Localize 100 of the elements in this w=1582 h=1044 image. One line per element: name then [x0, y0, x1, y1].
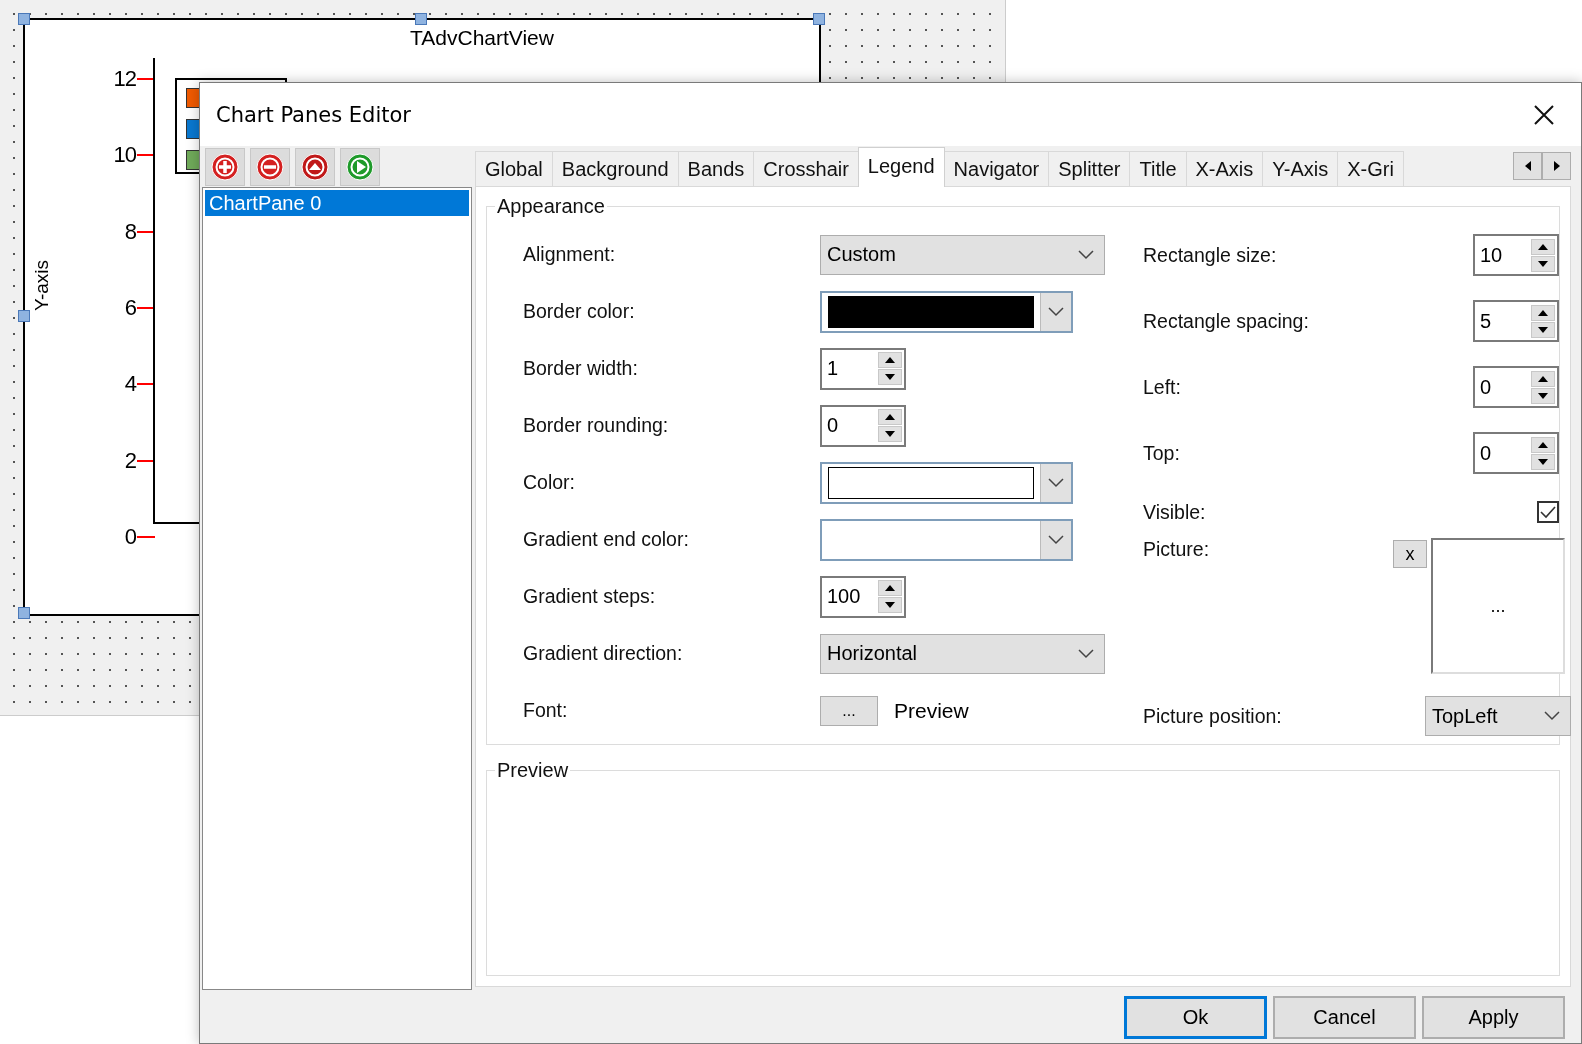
dropdown-value: Custom [827, 243, 896, 266]
picture-box[interactable]: ... [1431, 538, 1565, 674]
dropdown[interactable]: TopLeft [1425, 696, 1571, 736]
dialog-button[interactable]: Cancel [1273, 995, 1416, 1039]
field-label: Font: [523, 699, 569, 722]
dialog-button[interactable]: Apply [1422, 995, 1565, 1039]
up-arrow-icon [1538, 309, 1548, 316]
field-label: Border width: [523, 357, 639, 380]
down-arrow-icon [885, 602, 895, 608]
field-value: 0 [1480, 441, 1492, 465]
tick-mark [137, 535, 155, 538]
spin-field[interactable]: 1 [820, 347, 906, 390]
resize-handle[interactable] [18, 310, 30, 322]
color-dropdown[interactable] [820, 290, 1073, 333]
spin-up-button[interactable] [1531, 304, 1555, 321]
spin-field[interactable]: 0 [1473, 366, 1559, 408]
toolbar-button[interactable] [205, 148, 245, 186]
field-label: Alignment: [523, 243, 617, 266]
field-value: 10 [1480, 243, 1503, 267]
resize-handle[interactable] [18, 13, 30, 25]
field-label: Rectangle spacing: [1143, 309, 1309, 333]
field-value: 1 [827, 357, 839, 380]
spin-down-button[interactable] [1531, 453, 1555, 470]
spin-field[interactable]: 0 [820, 404, 906, 447]
scroll-left-button[interactable] [1513, 152, 1542, 180]
field-label: Picture position: [1143, 704, 1282, 728]
field-label: Gradient steps: [523, 585, 657, 608]
down-arrow-icon [1538, 392, 1548, 399]
spin-field[interactable]: 5 [1473, 300, 1559, 342]
check-icon [1539, 505, 1557, 519]
toolbar-button[interactable] [250, 148, 290, 186]
chevron-down-icon [1048, 477, 1064, 488]
field-value: 0 [827, 414, 839, 437]
chevron-down-icon [1078, 648, 1094, 659]
field-label: Gradient end color: [523, 528, 690, 551]
down-arrow-icon [885, 431, 895, 437]
dropdown-button[interactable] [1040, 520, 1071, 559]
color-dropdown[interactable] [820, 461, 1073, 504]
field-label: Top: [1143, 441, 1180, 465]
field-label: Border rounding: [523, 414, 670, 437]
dialog-button[interactable]: Ok [1124, 995, 1267, 1039]
clear-button[interactable]: x [1393, 540, 1427, 568]
resize-handle[interactable] [415, 13, 427, 25]
spin-down-button[interactable] [1531, 321, 1555, 338]
spin-field[interactable]: 10 [1473, 234, 1559, 276]
tick-label: 4 [124, 371, 136, 398]
font-button[interactable]: ... [820, 695, 878, 726]
dropdown-button[interactable] [1040, 292, 1071, 331]
chevron-down-icon [1048, 534, 1064, 545]
tab[interactable]: X-Gri [1337, 151, 1404, 186]
axis-label: Y-axis [31, 260, 53, 312]
spin-up-button[interactable] [878, 409, 902, 425]
spin-up-button[interactable] [1531, 370, 1555, 387]
spin-up-button[interactable] [878, 352, 902, 368]
tab[interactable]: Legend [857, 147, 945, 187]
tick-label: 12 [113, 66, 136, 92]
color-dropdown[interactable] [820, 518, 1073, 561]
window-title: Chart Panes Editor [216, 102, 411, 127]
field-label: Gradient direction: [523, 642, 684, 665]
field-value: 0 [1480, 375, 1492, 399]
close-icon [1533, 103, 1555, 126]
remove-icon [256, 153, 284, 181]
group-title: Appearance [496, 195, 606, 218]
up-arrow-icon [1538, 441, 1548, 448]
field-value: 100 [827, 585, 861, 608]
toolbar-button[interactable] [295, 148, 335, 186]
up-arrow-icon [1538, 243, 1548, 250]
spin-down-button[interactable] [878, 426, 902, 442]
field-label: Rectangle size: [1143, 243, 1277, 267]
spin-field[interactable]: 100 [820, 575, 906, 618]
spin-up-button[interactable] [1531, 238, 1555, 255]
spin-down-button[interactable] [878, 597, 902, 613]
right-arrow-icon [1553, 161, 1560, 171]
spin-up-button[interactable] [878, 580, 902, 596]
dropdown[interactable]: Horizontal [820, 633, 1105, 674]
spin-down-button[interactable] [1531, 255, 1555, 272]
down-arrow-icon [1538, 326, 1548, 333]
scroll-right-button[interactable] [1542, 152, 1571, 180]
tick-label: 8 [124, 218, 136, 245]
field-label: Left: [1143, 375, 1181, 399]
list-item[interactable]: ChartPane 0 [205, 190, 469, 216]
down-arrow-icon [1538, 458, 1548, 465]
tab[interactable]: Global [475, 151, 553, 186]
field-label: Picture: [1143, 538, 1210, 561]
add-icon [211, 153, 239, 181]
font-preview: Preview [894, 698, 969, 723]
checkbox[interactable] [1537, 501, 1559, 523]
resize-handle[interactable] [18, 607, 30, 619]
dropdown-button[interactable] [1040, 463, 1071, 502]
spin-down-button[interactable] [878, 369, 902, 385]
dropdown-value: Horizontal [827, 642, 918, 665]
chevron-down-icon [1078, 249, 1094, 260]
play-icon [346, 153, 374, 181]
spin-field[interactable]: 0 [1473, 432, 1559, 474]
resize-handle[interactable] [813, 13, 825, 25]
tick-label: 6 [124, 295, 136, 321]
spin-up-button[interactable] [1531, 436, 1555, 453]
dropdown[interactable]: Custom [820, 234, 1105, 275]
spin-down-button[interactable] [1531, 387, 1555, 404]
toolbar-button[interactable] [340, 148, 380, 186]
